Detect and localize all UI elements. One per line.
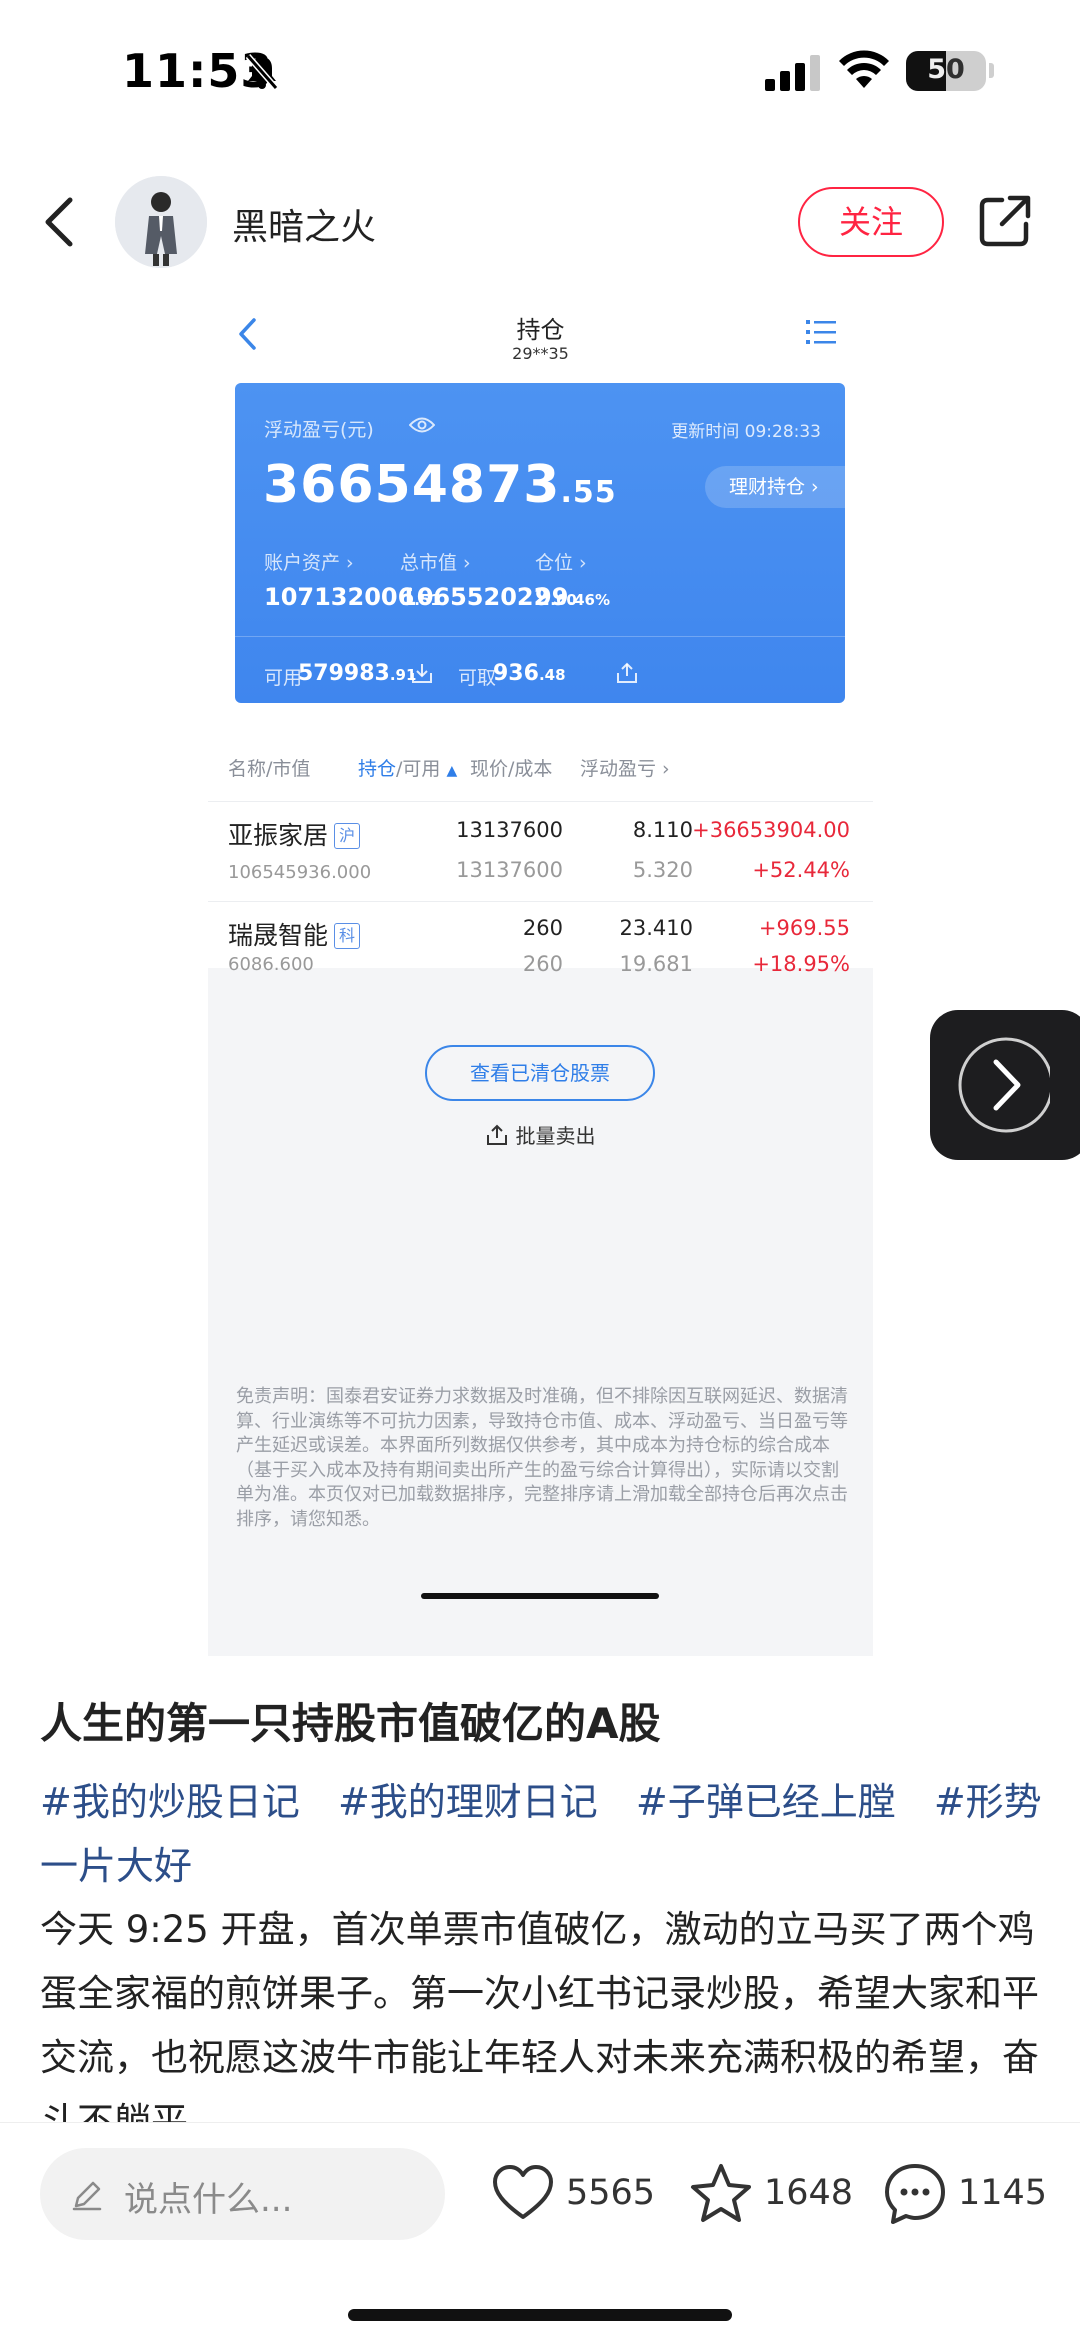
comment-button[interactable]: 1145: [882, 2161, 1047, 2227]
stock-pnl-pct: +18.95%: [752, 952, 850, 976]
metric-value-position: 99.46%: [535, 583, 611, 611]
available-value: 579983.91: [298, 661, 417, 686]
stock-available: 13137600: [456, 858, 563, 882]
back-icon[interactable]: [36, 192, 92, 252]
author-name[interactable]: 黑暗之火: [232, 198, 376, 250]
comment-bubble-icon: [885, 2164, 945, 2224]
comment-input[interactable]: 说点什么...: [40, 2148, 445, 2240]
col-name-header: 名称/市值: [228, 758, 311, 780]
pnl-label: 浮动盈亏(元): [264, 419, 374, 441]
withdraw-label: 可取: [458, 667, 497, 689]
market-tag: 科: [334, 923, 361, 949]
battery-icon: 50: [906, 51, 986, 91]
like-button[interactable]: 5565: [490, 2161, 655, 2227]
holdings-table-header: 名称/市值 持仓/可用 ▲ 现价/成本 浮动盈亏 ›: [208, 730, 873, 802]
chevron-right-icon: [958, 1037, 1054, 1133]
metric-label-market-value: 总市值 ›: [400, 552, 471, 574]
post-tags: #我的炒股日记 #我的理财日记 #子弹已经上膛 #形势一片大好: [40, 1770, 1050, 1898]
holding-row[interactable]: 瑞晟智能科 6086.600 260 260 23.410 19.681 +96…: [208, 902, 873, 976]
share-icon[interactable]: [978, 194, 1032, 248]
stock-market-value: 106545936.000: [228, 862, 372, 883]
hashtag[interactable]: #子弹已经上膛: [636, 1780, 896, 1824]
stock-pnl: +36653904.00: [692, 818, 850, 842]
floating-pnl-value: 36654873.55: [263, 455, 617, 515]
stock-cost: 5.320: [632, 858, 693, 882]
status-bar: 11:53 50: [0, 0, 1080, 140]
wifi-icon: [839, 50, 889, 88]
col-pnl-header: 浮动盈亏 ›: [580, 758, 670, 780]
transfer-in-icon: [412, 664, 432, 683]
view-cleared-stocks-button: 查看已清仓股票: [425, 1045, 655, 1101]
post-title: 人生的第一只持股市值破亿的A股: [40, 1699, 661, 1748]
col-holding-header: 持仓/可用 ▲: [358, 758, 458, 780]
pencil-icon: [72, 2181, 102, 2211]
wealth-holdings-pill: 理财持仓 ›: [705, 466, 845, 508]
stock-holding: 260: [522, 916, 563, 940]
account-summary-card: 浮动盈亏(元) 更新时间 09:28:33 36654873.55 理财持仓 ›…: [235, 383, 845, 703]
hashtag[interactable]: #我的炒股日记: [40, 1780, 300, 1824]
disclaimer-text: 免责声明：国泰君安证券力求数据及时准确，但不排除因互联网延迟、数据清算、行业演练…: [236, 1386, 848, 1530]
follow-button[interactable]: 关注: [798, 187, 944, 257]
stock-name: 亚振家居沪: [228, 816, 361, 852]
stock-pnl: +969.55: [758, 916, 850, 940]
hashtag[interactable]: #我的理财日记: [338, 1780, 598, 1824]
available-label: 可用: [264, 667, 303, 689]
cell-signal-icon: [765, 55, 820, 91]
silent-bell-icon: [245, 54, 279, 90]
home-indicator: [348, 2309, 732, 2321]
collect-button[interactable]: 1648: [688, 2161, 853, 2227]
stock-pnl-pct: +52.44%: [752, 858, 850, 882]
stock-price: 23.410: [619, 916, 693, 940]
market-tag: 沪: [334, 823, 361, 849]
stock-available: 260: [522, 952, 563, 976]
post-image[interactable]: 持仓 29**35 浮动盈亏(元) 更新时间 09:28:33 36654873…: [208, 290, 873, 1656]
metric-label-position: 仓位 ›: [535, 552, 587, 574]
embedded-home-indicator: [421, 1593, 659, 1599]
star-icon: [691, 2164, 751, 2222]
list-menu-icon: [806, 320, 836, 344]
upload-icon: [486, 1124, 507, 1145]
batch-sell: 批量卖出: [208, 1108, 873, 1164]
post-header: 黑暗之火 关注: [0, 170, 1080, 274]
heart-icon: [493, 2165, 553, 2219]
stock-name: 瑞晟智能科: [228, 916, 361, 952]
author-avatar[interactable]: [115, 176, 207, 268]
account-number: 29**35: [512, 344, 569, 363]
transfer-out-icon: [617, 662, 637, 683]
post-body: 今天 9:25 开盘，首次单票市值破亿，激动的立马买了两个鸡蛋全家福的煎饼果子。…: [40, 1908, 1039, 2122]
holdings-header: 持仓 29**35 浮动盈亏(元) 更新时间 09:28:33 36654873…: [208, 290, 873, 730]
stock-cost: 19.681: [619, 952, 693, 976]
metric-label-assets: 账户资产 ›: [264, 552, 354, 574]
battery-level: 50: [927, 54, 965, 85]
comment-count: 1145: [958, 2173, 1048, 2213]
withdraw-value: 936.48: [493, 661, 566, 686]
collect-count: 1648: [764, 2173, 854, 2213]
col-price-header: 现价/成本: [470, 758, 553, 780]
next-image-button[interactable]: [930, 1010, 1080, 1160]
eye-icon: [409, 417, 435, 433]
comment-placeholder: 说点什么...: [124, 2180, 293, 2220]
stock-price: 8.110: [632, 818, 693, 842]
like-count: 5565: [566, 2173, 656, 2213]
holdings-title: 持仓: [516, 316, 565, 344]
holding-row[interactable]: 亚振家居沪 106545936.000 13137600 13137600 8.…: [208, 802, 873, 902]
update-time: 更新时间 09:28:33: [671, 422, 821, 442]
stock-market-value: 6086.600: [228, 954, 314, 975]
stock-holding: 13137600: [456, 818, 563, 842]
